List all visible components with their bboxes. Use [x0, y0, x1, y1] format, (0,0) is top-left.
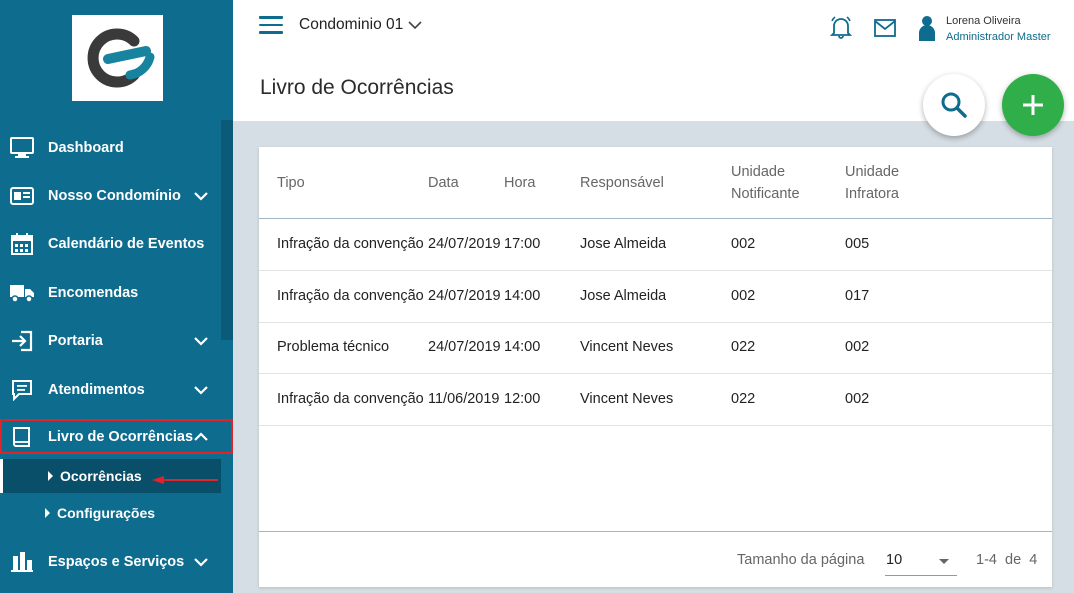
cell-hora: 17:00 [504, 236, 541, 252]
table-row[interactable]: Infração da convenção 24/07/2019 17:00 J… [259, 219, 1052, 271]
sidebar-item-label: Livro de Ocorrências [48, 428, 194, 445]
search-button[interactable] [923, 74, 985, 136]
cell-tipo: Infração da convenção [277, 236, 424, 252]
chevron-down-icon [194, 386, 208, 395]
table-row[interactable]: Infração da convenção 11/06/2019 12:00 V… [259, 374, 1052, 426]
table-row[interactable]: Problema técnico 24/07/2019 14:00 Vincen… [259, 322, 1052, 374]
cell-tipo: Infração da convenção [277, 391, 424, 407]
cell-notificante: 022 [731, 339, 756, 355]
cell-notificante: 002 [731, 236, 756, 252]
column-header-tipo[interactable]: Tipo [277, 172, 305, 194]
plus-icon [1023, 95, 1043, 115]
sidebar-item-label: Portaria [48, 333, 103, 349]
user-icon[interactable] [918, 15, 936, 41]
book-icon [10, 425, 34, 449]
column-header-line: Notificante [731, 186, 800, 202]
sidebar: Dashboard Nosso Condomínio Calendário de… [0, 0, 233, 593]
login-icon [10, 329, 34, 353]
cell-infratora: 002 [845, 391, 870, 407]
sidebar-item-atendimentos[interactable]: Atendimentos [0, 368, 221, 412]
column-header-unidade-notificante[interactable]: Unidade Notificante [731, 161, 800, 205]
sidebar-item-encomendas[interactable]: Encomendas [0, 271, 221, 315]
chat-icon [10, 378, 34, 402]
sidebar-subitem-label: Ocorrências [60, 468, 142, 484]
cell-infratora: 005 [845, 236, 870, 252]
cell-notificante: 002 [731, 288, 756, 304]
caret-right-icon [45, 508, 50, 518]
mail-icon[interactable] [874, 19, 896, 37]
page-size-select[interactable]: 10 [885, 546, 957, 576]
building-icon [10, 550, 34, 574]
chevron-down-icon [408, 21, 422, 30]
cell-responsavel: Jose Almeida [580, 236, 667, 252]
sidebar-item-espacos-e-servicos[interactable]: Espaços e Serviços [0, 540, 221, 584]
id-card-icon [10, 184, 34, 208]
column-header-responsavel[interactable]: Responsável [580, 172, 664, 194]
cell-tipo: Infração da convenção [277, 288, 424, 304]
sidebar-item-label: Dashboard [48, 140, 124, 156]
logo-area [0, 0, 233, 120]
footer-divider [259, 531, 1052, 532]
page-size-value: 10 [886, 552, 903, 568]
user-role: Administrador Master [946, 31, 1051, 43]
cell-data: 11/06/2019 [428, 391, 500, 407]
sidebar-item-label: Calendário de Eventos [48, 236, 205, 252]
cell-data: 24/07/2019 [428, 236, 501, 252]
sidebar-subitem-label: Configurações [57, 505, 156, 521]
search-icon [941, 92, 967, 118]
chevron-down-icon [194, 192, 208, 201]
sidebar-item-label: Atendimentos [48, 382, 145, 398]
column-header-line: Infratora [845, 186, 899, 202]
page-title: Livro de Ocorrências [260, 76, 454, 99]
sidebar-item-dashboard[interactable]: Dashboard [0, 126, 221, 170]
occurrences-table-card: Tipo Data Hora Responsável Unidade Notif… [259, 147, 1052, 587]
sidebar-item-portaria[interactable]: Portaria [0, 319, 221, 363]
cell-responsavel: Jose Almeida [580, 288, 667, 304]
cell-infratora: 017 [845, 288, 870, 304]
add-button[interactable] [1002, 74, 1064, 136]
dropdown-arrow-icon [939, 559, 949, 564]
condo-selector[interactable]: Condominio 01 [299, 16, 423, 34]
column-header-hora[interactable]: Hora [504, 172, 535, 194]
chevron-up-icon [194, 432, 208, 441]
sidebar-item-nosso-condominio[interactable]: Nosso Condomínio [0, 174, 221, 218]
cell-data: 24/07/2019 [428, 288, 501, 304]
sidebar-item-label: Nosso Condomínio [48, 188, 181, 204]
cell-hora: 12:00 [504, 391, 541, 407]
column-header-line: Unidade [845, 164, 900, 180]
cell-data: 24/07/2019 [428, 339, 501, 355]
monitor-icon [10, 136, 34, 160]
cell-responsavel: Vincent Neves [580, 339, 674, 355]
pagination-range: 1-4 de 4 [976, 552, 1038, 568]
table-row[interactable]: Infração da convenção 24/07/2019 14:00 J… [259, 271, 1052, 323]
cell-hora: 14:00 [504, 339, 541, 355]
column-header-data[interactable]: Data [428, 172, 459, 194]
cell-responsavel: Vincent Neves [580, 391, 674, 407]
app-logo[interactable] [72, 15, 163, 101]
sidebar-item-calendario[interactable]: Calendário de Eventos [0, 222, 221, 266]
page-size-label: Tamanho da página [737, 552, 865, 568]
condo-name: Condominio 01 [299, 16, 404, 33]
truck-icon [10, 281, 34, 305]
cell-infratora: 002 [845, 339, 870, 355]
chevron-down-icon [194, 337, 208, 346]
cell-tipo: Problema técnico [277, 339, 390, 355]
sidebar-scrollbar[interactable] [221, 120, 233, 340]
sidebar-item-livro-de-ocorrencias[interactable]: Livro de Ocorrências [0, 419, 233, 454]
chevron-down-icon [194, 558, 208, 567]
sidebar-subitem-configuracoes[interactable]: Configurações [0, 496, 221, 530]
annotation-arrow [152, 476, 218, 484]
cell-notificante: 022 [731, 391, 756, 407]
user-name[interactable]: Lorena Oliveira [946, 15, 1021, 27]
sidebar-item-label: Encomendas [48, 285, 139, 301]
menu-icon[interactable] [259, 16, 283, 36]
bell-icon[interactable] [830, 15, 852, 39]
cell-hora: 14:00 [504, 288, 541, 304]
column-header-unidade-infratora[interactable]: Unidade Infratora [845, 161, 899, 205]
sidebar-item-label: Espaços e Serviços [48, 554, 185, 570]
calendar-icon [10, 232, 34, 256]
caret-right-icon [48, 471, 53, 481]
column-header-line: Unidade [731, 164, 786, 180]
